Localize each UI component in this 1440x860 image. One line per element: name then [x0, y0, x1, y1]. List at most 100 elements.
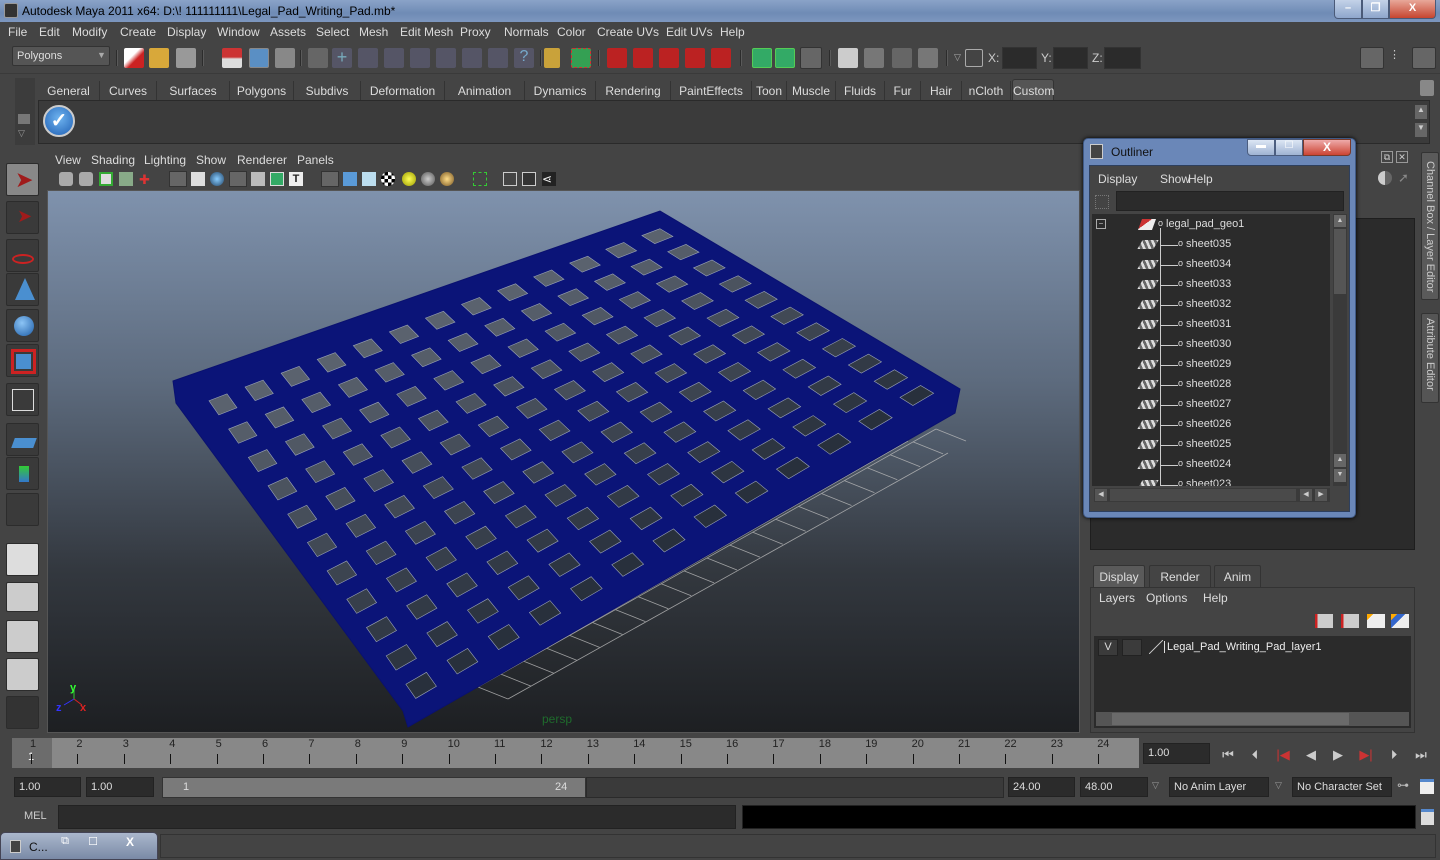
persp-viewport[interactable]: y z x persp [47, 190, 1080, 733]
outliner-item[interactable]: o sheet033 [1092, 275, 1330, 295]
layer-name[interactable]: Legal_Pad_Writing_Pad_layer1 [1164, 641, 1322, 653]
layer-list-hscrollbar[interactable] [1096, 712, 1409, 726]
menu-assets[interactable]: Assets [270, 25, 306, 39]
isolate-select-icon[interactable] [229, 171, 247, 187]
play-forwards-button[interactable]: ▶ [1328, 745, 1348, 765]
outliner-item[interactable]: o sheet030 [1092, 335, 1330, 355]
maya-logo-button[interactable] [6, 696, 39, 729]
input-ops-icon[interactable] [752, 48, 772, 68]
outliner-item[interactable]: o sheet026 [1092, 415, 1330, 435]
menu-color[interactable]: Color [557, 25, 586, 39]
custom-shelf-check-icon[interactable]: ✓ [43, 105, 75, 137]
step-back-frame-button[interactable]: |◀ [1273, 745, 1293, 765]
outliner-vscrollbar[interactable]: ▲ ▲ ▼ [1333, 214, 1347, 486]
scroll-right-icon[interactable]: ▶ [1315, 489, 1327, 501]
create-empty-layer-icon[interactable] [1367, 614, 1385, 628]
outliner-item[interactable]: o sheet023 [1092, 475, 1330, 486]
outliner-item[interactable]: o sheet028 [1092, 375, 1330, 395]
menu-display[interactable]: Display [167, 25, 206, 39]
channel-box-layer-editor-tab[interactable]: Channel Box / Layer Editor [1421, 152, 1439, 300]
outliner-item-root[interactable]: − o legal_pad_geo1 [1092, 215, 1330, 235]
time-slider[interactable]: 1 12345678910111213141516171819202122232… [12, 738, 1139, 768]
layer-menu-layers[interactable]: Layers [1099, 591, 1135, 605]
shelf-tab-painteffects[interactable]: PaintEffects [671, 81, 752, 101]
transform-input-icon[interactable] [965, 49, 983, 67]
end-time-field[interactable]: 48.00 [1080, 777, 1148, 797]
outliner-close-button[interactable]: X [1303, 139, 1351, 156]
shelf-tab-toon[interactable]: Toon [752, 81, 787, 101]
go-to-end-button[interactable]: ⏭ [1411, 745, 1431, 765]
outliner-item[interactable]: o sheet025 [1092, 435, 1330, 455]
outliner-hscrollbar[interactable]: ◀ ◀ ▶ [1094, 488, 1330, 502]
menu-set-dropdown[interactable]: Polygons ▼ [12, 46, 110, 66]
attribute-editor-tab[interactable]: Attribute Editor [1421, 313, 1439, 403]
layer-display-type-toggle[interactable] [1122, 639, 1142, 656]
rotate-tool-button[interactable] [6, 309, 39, 342]
scroll-up-icon[interactable]: ▲ [1334, 215, 1346, 227]
shadows-icon[interactable] [440, 172, 454, 186]
character-set-dropdown[interactable]: No Character Set [1292, 777, 1392, 797]
attribute-editor-toggle-icon[interactable] [1360, 47, 1384, 69]
shelf-options-chevron-icon[interactable]: ▽ [18, 128, 25, 139]
channel-box-axis-icon[interactable] [1360, 170, 1376, 186]
snap-to-curve-icon[interactable] [633, 48, 653, 68]
outliner-minimize-button[interactable]: ▬ [1247, 139, 1275, 156]
layer-color-swatch[interactable] [1149, 640, 1163, 654]
viewport-menu-lighting[interactable]: Lighting [144, 153, 186, 167]
outliner-menu-help[interactable]: Help [1188, 172, 1213, 186]
camera-view-icon[interactable] [503, 172, 517, 186]
select-edges-icon[interactable] [384, 48, 404, 68]
shelf-tab-custom[interactable]: Custom [1012, 79, 1054, 101]
high-quality-icon[interactable] [473, 172, 487, 186]
trash-icon[interactable] [1420, 80, 1434, 96]
menu-create[interactable]: Create [120, 25, 156, 39]
float-panel-icon[interactable]: ⧉ [1381, 151, 1393, 163]
show-manipulator-button[interactable] [6, 457, 39, 490]
select-by-hierarchy-icon[interactable] [222, 48, 242, 68]
menu-create-uvs[interactable]: Create UVs [597, 25, 659, 39]
menu-edit-uvs[interactable]: Edit UVs [666, 25, 713, 39]
menu-file[interactable]: File [8, 25, 27, 39]
filter-toggle-icon[interactable] [1095, 195, 1109, 209]
move-tool-button[interactable] [6, 273, 39, 306]
snap-to-point-icon[interactable] [659, 48, 679, 68]
viewport-menu-view[interactable]: View [55, 153, 81, 167]
resolution-gate-icon[interactable] [270, 172, 284, 186]
snap-to-view-plane-icon[interactable] [685, 48, 705, 68]
layer-tab-display[interactable]: Display [1093, 565, 1145, 587]
mel-label[interactable]: MEL [24, 810, 47, 822]
outliner-filter-input[interactable] [1116, 191, 1344, 211]
select-uvs-icon[interactable] [436, 48, 456, 68]
menu-modify[interactable]: Modify [72, 25, 107, 39]
bookmark-icon[interactable] [99, 172, 113, 186]
shelf-tab-general[interactable]: General [38, 81, 100, 101]
single-perspective-layout-button[interactable] [6, 543, 39, 576]
viewport-menu-show[interactable]: Show [196, 153, 226, 167]
share-view-icon[interactable]: ⋖ [542, 172, 556, 186]
tool-settings-toggle-icon[interactable]: ⋮ [1389, 48, 1409, 68]
channel-box-toggle-icon[interactable] [1412, 47, 1436, 69]
make-live-icon[interactable] [711, 48, 731, 68]
range-slider[interactable]: 1 24 [162, 777, 586, 798]
scrollbar-thumb[interactable] [1112, 713, 1349, 725]
film-gate-icon[interactable] [191, 172, 205, 186]
restore-button[interactable]: ❐ [1362, 0, 1389, 19]
x-field[interactable] [1002, 47, 1037, 69]
animation-preferences-icon[interactable] [1420, 779, 1434, 794]
y-field[interactable] [1053, 47, 1088, 69]
outliner-maximize-button[interactable]: ☐ [1275, 139, 1303, 156]
outliner-item[interactable]: o sheet024 [1092, 455, 1330, 475]
outliner-item[interactable]: o sheet035 [1092, 235, 1330, 255]
command-input[interactable] [58, 805, 736, 829]
shelf-tab-hair[interactable]: Hair [921, 81, 962, 101]
shelf-tab-muscle[interactable]: Muscle [787, 81, 836, 101]
select-mask-icon[interactable] [308, 48, 328, 68]
viewport-menu-panels[interactable]: Panels [297, 153, 334, 167]
shelf-tab-ncloth[interactable]: nCloth [962, 81, 1011, 101]
scroll-down-icon[interactable]: ▼ [1334, 469, 1346, 482]
menu-mesh[interactable]: Mesh [359, 25, 388, 39]
current-time-field[interactable]: 1.00 [1143, 743, 1210, 764]
layer-tab-anim[interactable]: Anim [1214, 565, 1261, 587]
outliner-persp-layout-button[interactable] [6, 620, 39, 653]
scale-tool-button[interactable] [6, 344, 39, 377]
